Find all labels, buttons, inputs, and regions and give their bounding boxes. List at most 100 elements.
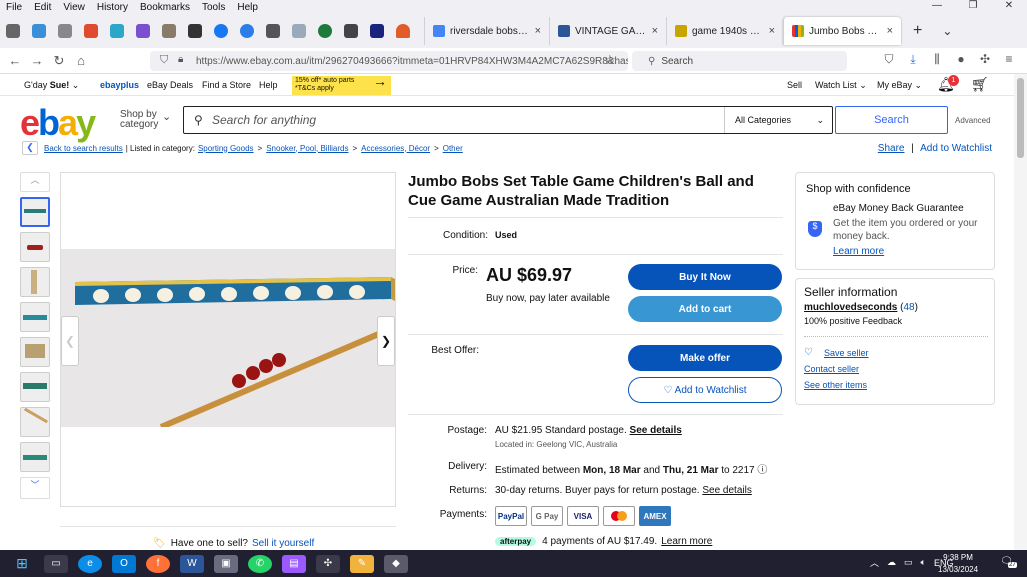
task-view-icon[interactable]: ▭ xyxy=(44,554,68,573)
cart-icon[interactable]: 🛒︎ xyxy=(971,76,989,93)
pinned-tab-icon[interactable] xyxy=(396,24,410,38)
thumbnail-3[interactable] xyxy=(20,267,50,297)
buy-it-now-button[interactable]: Buy It Now xyxy=(628,264,782,290)
back-to-results-link[interactable]: Back to search results xyxy=(44,144,123,153)
pinned-tab-icon[interactable] xyxy=(162,24,176,38)
seller-name-link[interactable]: muchlovedseconds xyxy=(804,302,897,313)
afterpay-learn-more[interactable]: Learn more xyxy=(661,536,712,547)
see-other-items-link[interactable]: See other items xyxy=(804,380,867,390)
info-icon[interactable]: ⓘ xyxy=(757,465,767,476)
find-store-link[interactable]: Find a Store xyxy=(202,80,251,90)
edge-icon[interactable]: e xyxy=(78,554,102,573)
prev-image-button[interactable]: ❮ xyxy=(61,316,79,366)
tab-vintage-game[interactable]: VINTAGE GAME 1940'S× xyxy=(549,17,666,45)
next-image-button[interactable]: ❯ xyxy=(377,316,395,366)
thumbnail-5[interactable] xyxy=(20,337,50,367)
pinned-tab-icon[interactable] xyxy=(266,24,280,38)
app-icon[interactable]: ▤ xyxy=(282,554,306,573)
breadcrumb-accessories[interactable]: Accessories, Décor xyxy=(361,144,430,153)
clock[interactable]: 9:38 PM 13/03/2024 xyxy=(938,552,978,576)
app-menu-icon[interactable]: ≡ xyxy=(997,52,1021,67)
network-icon[interactable]: ▭ xyxy=(904,557,913,568)
library-icon[interactable]: ⫼ xyxy=(925,52,949,67)
volume-icon[interactable]: 🔈︎ xyxy=(921,557,926,568)
page-scrollbar[interactable] xyxy=(1014,74,1027,550)
pinned-tab-icon[interactable] xyxy=(292,24,306,38)
close-window-button[interactable]: ✕ xyxy=(991,0,1027,14)
search-input[interactable]: Search for anything xyxy=(184,107,724,133)
browser-search-box[interactable]: ⚲ Search xyxy=(632,51,847,71)
postage-details-link[interactable]: See details xyxy=(630,425,682,436)
pinned-tab-icon[interactable] xyxy=(370,24,384,38)
breadcrumb-sporting-goods[interactable]: Sporting Goods xyxy=(198,144,254,153)
tab-list-icon[interactable]: ⌄ xyxy=(942,24,952,38)
tab-riversdale-search[interactable]: riversdale bobs set - Go× xyxy=(424,17,549,45)
deals-link[interactable]: eBay Deals xyxy=(147,80,193,90)
pinned-tab-icon[interactable] xyxy=(110,24,124,38)
menu-edit[interactable]: Edit xyxy=(28,2,57,13)
breadcrumb-snooker[interactable]: Snooker, Pool, Billiards xyxy=(266,144,348,153)
breadcrumb-other[interactable]: Other xyxy=(443,144,463,153)
pocket-icon[interactable]: ⛉ xyxy=(877,52,901,67)
cloud-icon[interactable]: ☁ xyxy=(887,557,896,568)
back-icon[interactable]: ← xyxy=(4,53,26,68)
pinned-tab-icon[interactable] xyxy=(188,24,202,38)
thumbnail-down-button[interactable]: ﹀ xyxy=(20,477,50,499)
back-arrow-icon[interactable]: ❮ xyxy=(22,141,38,155)
restore-button[interactable]: ❐ xyxy=(955,0,991,14)
add-to-cart-button[interactable]: Add to cart xyxy=(628,296,782,322)
search-button[interactable]: Search xyxy=(835,106,948,134)
menu-view[interactable]: View xyxy=(57,2,91,13)
ebay-plus-link[interactable]: ebayplus xyxy=(100,80,139,90)
forward-icon[interactable]: → xyxy=(26,53,48,68)
close-tab-icon[interactable]: × xyxy=(652,25,658,37)
returns-details-link[interactable]: See details xyxy=(702,485,751,496)
pinned-tab-icon[interactable] xyxy=(84,24,98,38)
promo-banner[interactable]: 15% off* auto parts *T&Cs apply → xyxy=(292,74,391,95)
menu-history[interactable]: History xyxy=(91,2,134,13)
sell-it-yourself-link[interactable]: Sell it yourself xyxy=(252,538,314,549)
reload-icon[interactable]: ↻ xyxy=(48,53,70,69)
contact-seller-link[interactable]: Contact seller xyxy=(804,364,859,374)
ebay-logo[interactable]: ebay xyxy=(20,102,96,144)
downloads-icon[interactable]: ⤓ xyxy=(901,52,925,67)
tab-jumbo-bobs[interactable]: Jumbo Bobs Set Table× xyxy=(783,17,901,45)
lock-icon[interactable]: 🔒︎ xyxy=(178,54,183,65)
pinned-tab-icon[interactable] xyxy=(136,24,150,38)
app-icon[interactable]: ▣ xyxy=(214,554,238,573)
watchlist-button[interactable]: ♡ Add to Watchlist xyxy=(628,377,782,403)
extensions-icon[interactable]: ✣ xyxy=(973,52,997,67)
thumbnail-6[interactable] xyxy=(20,372,50,402)
minimize-button[interactable]: — xyxy=(919,0,955,14)
tab-game-1940s[interactable]: game 1940s riversdale× xyxy=(666,17,783,45)
scrollbar-thumb[interactable] xyxy=(1017,78,1024,158)
bookmark-star-icon[interactable]: ☆ xyxy=(604,52,616,68)
home-icon[interactable]: ⌂ xyxy=(70,53,92,68)
app-icon[interactable]: ◆ xyxy=(384,554,408,573)
pinned-tab-icon[interactable] xyxy=(240,24,254,38)
category-select[interactable]: All Categories ⌄ xyxy=(724,107,832,133)
start-icon[interactable]: ⊞ xyxy=(10,555,34,573)
thumbnail-4[interactable] xyxy=(20,302,50,332)
help-link[interactable]: Help xyxy=(259,80,278,90)
shield-icon[interactable]: ⛉ xyxy=(160,54,168,67)
pinned-tab-icon[interactable] xyxy=(58,24,72,38)
whatsapp-icon[interactable]: ✆ xyxy=(248,554,272,573)
menu-bookmarks[interactable]: Bookmarks xyxy=(134,2,196,13)
learn-more-link[interactable]: Learn more xyxy=(833,246,884,257)
firefox-icon[interactable]: f xyxy=(146,554,170,573)
shop-by-category-button[interactable]: Shop by category ⌄ xyxy=(120,110,171,130)
new-tab-icon[interactable]: + xyxy=(913,22,922,40)
user-menu[interactable]: Sue! xyxy=(50,80,70,90)
close-tab-icon[interactable]: × xyxy=(887,25,893,37)
share-link[interactable]: Share xyxy=(878,143,905,154)
add-to-watchlist-link[interactable]: Add to Watchlist xyxy=(920,143,992,154)
outlook-icon[interactable]: O xyxy=(112,554,136,573)
close-tab-icon[interactable]: × xyxy=(769,25,775,37)
thumbnail-8[interactable] xyxy=(20,442,50,472)
watchlist-link[interactable]: Watch List ⌄ xyxy=(815,80,867,91)
pinned-tab-icon[interactable] xyxy=(344,24,358,38)
my-ebay-link[interactable]: My eBay ⌄ xyxy=(877,80,922,91)
save-seller-link[interactable]: Save seller xyxy=(824,348,869,358)
advanced-search-link[interactable]: Advanced xyxy=(955,116,991,125)
